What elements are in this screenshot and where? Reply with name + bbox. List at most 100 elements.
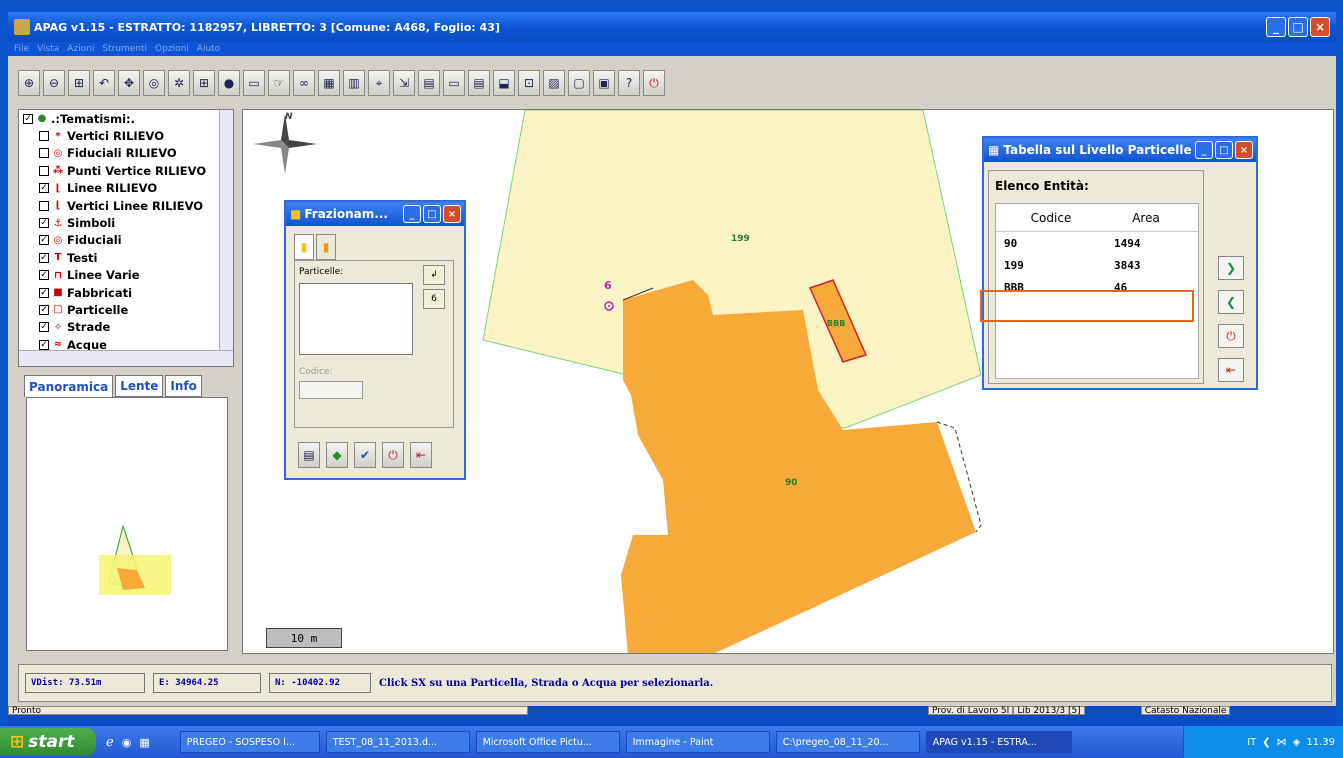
- menu-strumenti[interactable]: Strumenti: [102, 44, 147, 54]
- print-icon[interactable]: ▣: [593, 70, 615, 96]
- import-icon[interactable]: ⬓: [493, 70, 515, 96]
- frazionamento-titlebar[interactable]: ■ Frazionam... _ □ ×: [286, 202, 464, 226]
- snap-icon[interactable]: ⌖: [368, 70, 390, 96]
- network-icon[interactable]: ⋈: [1277, 737, 1287, 748]
- zoom-prev-icon[interactable]: ↶: [93, 70, 115, 96]
- globe-icon[interactable]: ●: [218, 70, 240, 96]
- back-icon[interactable]: ❮: [1262, 737, 1270, 748]
- tree-vscroll[interactable]: [219, 110, 233, 350]
- task-pregeo[interactable]: PREGEO - SOSPESO I...: [179, 731, 320, 753]
- tree-item-checkbox[interactable]: [39, 165, 49, 176]
- tree-item-vertici-linee-rilievo[interactable]: ⌊ Vertici Linee RILIEVO: [19, 197, 233, 214]
- task-test-doc[interactable]: TEST_08_11_2013.d...: [325, 731, 470, 753]
- tree-item-strade[interactable]: ✓ ✧ Strade: [19, 319, 233, 336]
- parcel-199-label[interactable]: 199: [731, 234, 750, 244]
- frazionamento-diamond-button[interactable]: ◆: [326, 442, 348, 468]
- tree-item-punti-vertice-rilievo[interactable]: ⁂ Punti Vertice RILIEVO: [19, 162, 233, 179]
- tab-new-icon[interactable]: ▮: [294, 234, 314, 260]
- zoom-in-icon[interactable]: ⊕: [18, 70, 40, 96]
- power-icon[interactable]: ⏻: [1218, 324, 1244, 348]
- menu-azioni[interactable]: Azioni: [67, 44, 94, 54]
- parcel-90-label[interactable]: 90: [785, 478, 798, 488]
- tree-item-checkbox[interactable]: [39, 131, 49, 142]
- frazionamento-maximize-button[interactable]: □: [423, 205, 441, 223]
- language-indicator[interactable]: IT: [1247, 737, 1256, 748]
- edit-icon[interactable]: ▥: [343, 70, 365, 96]
- codice-select[interactable]: [299, 381, 363, 399]
- tree-item-checkbox[interactable]: ✓: [39, 218, 49, 229]
- exit-icon[interactable]: ⇤: [1218, 358, 1244, 382]
- menu-aiuto[interactable]: Aiuto: [197, 44, 220, 54]
- frazionamento-power-button[interactable]: ⏻: [382, 442, 404, 468]
- close-button[interactable]: ×: [1310, 17, 1330, 37]
- particella-6-button[interactable]: 6: [423, 289, 445, 309]
- clock[interactable]: 11.39: [1306, 737, 1335, 748]
- select-icon[interactable]: ☞: [268, 70, 290, 96]
- layer-icon[interactable]: ▭: [243, 70, 265, 96]
- tree-item-linee-varie[interactable]: ✓ ⊓ Linee Varie: [19, 267, 233, 284]
- quicklaunch-media-icon[interactable]: ◉: [122, 736, 132, 749]
- help-icon[interactable]: ?: [618, 70, 640, 96]
- copy-icon[interactable]: ▢: [568, 70, 590, 96]
- frazionamento-minimize-button[interactable]: _: [403, 205, 421, 223]
- tree-item-checkbox[interactable]: ✓: [39, 183, 49, 194]
- tree-item-checkbox[interactable]: ✓: [39, 322, 49, 333]
- table-row[interactable]: 90 1494: [996, 232, 1198, 254]
- tree-root-checkbox[interactable]: ✓: [23, 113, 33, 124]
- menu-vista[interactable]: Vista: [37, 44, 59, 54]
- tree-item-testi[interactable]: ✓ T Testi: [19, 249, 233, 266]
- task-office-picture[interactable]: Microsoft Office Pictu...: [475, 731, 620, 753]
- tab-lente[interactable]: Lente: [115, 375, 164, 397]
- parcel-bbb-label[interactable]: BBB: [827, 319, 845, 328]
- tree-item-checkbox[interactable]: [39, 148, 49, 159]
- shield-icon[interactable]: ◈: [1293, 737, 1301, 748]
- move-icon[interactable]: ⇲: [393, 70, 415, 96]
- title-bar[interactable]: APAG v1.15 - ESTRATTO: 1182957, LIBRETTO…: [8, 12, 1336, 42]
- tree-item-fiduciali[interactable]: ✓ ◎ Fiduciali: [19, 232, 233, 249]
- table-row[interactable]: 199 3843: [996, 254, 1198, 276]
- tab-panoramica[interactable]: Panoramica: [24, 375, 114, 397]
- frazionamento-exit-button[interactable]: ⇤: [410, 442, 432, 468]
- maximize-button[interactable]: □: [1288, 17, 1308, 37]
- measure-icon[interactable]: ◎: [143, 70, 165, 96]
- overview-panel[interactable]: [26, 397, 228, 651]
- tree-item-checkbox[interactable]: ✓: [39, 235, 49, 246]
- power-icon[interactable]: ⏻: [643, 70, 665, 96]
- tabella-close-button[interactable]: ×: [1235, 141, 1253, 159]
- pan-icon[interactable]: ✥: [118, 70, 140, 96]
- tab-open-icon[interactable]: ▮: [316, 234, 336, 260]
- frazionamento-new-button[interactable]: ▤: [298, 442, 320, 468]
- frazionamento-confirm-button[interactable]: ✔: [354, 442, 376, 468]
- col-codice[interactable]: Codice: [996, 211, 1106, 225]
- add-particella-button[interactable]: ↲: [423, 265, 445, 285]
- frazionamento-close-button[interactable]: ×: [443, 205, 461, 223]
- attach-icon[interactable]: ▤: [418, 70, 440, 96]
- tree-hscroll[interactable]: [19, 350, 233, 366]
- col-area[interactable]: Area: [1106, 211, 1186, 225]
- quicklaunch-ie-icon[interactable]: ℯ: [106, 735, 114, 750]
- tree-item-checkbox[interactable]: ✓: [39, 339, 49, 350]
- tree-item-checkbox[interactable]: ✓: [39, 252, 49, 263]
- tab-info[interactable]: Info: [165, 375, 202, 397]
- tree-root[interactable]: ✓ ● .:Tematismi:.: [19, 110, 233, 127]
- tree-item-linee-rilievo[interactable]: ✓ ⌊ Linee RILIEVO: [19, 180, 233, 197]
- tree-item-fiduciali-rilievo[interactable]: ◎ Fiduciali RILIEVO: [19, 145, 233, 162]
- task-apag[interactable]: APAG v1.15 - ESTRA...: [925, 731, 1072, 753]
- extent-icon[interactable]: ✲: [168, 70, 190, 96]
- task-paint[interactable]: Immagine - Paint: [625, 731, 770, 753]
- next-arrow-icon[interactable]: ❯: [1218, 256, 1244, 280]
- tree-item-fabbricati[interactable]: ✓ ■ Fabbricati: [19, 284, 233, 301]
- tree-item-checkbox[interactable]: ✓: [39, 270, 49, 281]
- tree-item-vertici-rilievo[interactable]: * Vertici RILIEVO: [19, 127, 233, 144]
- table-icon[interactable]: ▦: [318, 70, 340, 96]
- tree-item-particelle[interactable]: ✓ □ Particelle: [19, 301, 233, 318]
- export-icon[interactable]: ▤: [468, 70, 490, 96]
- menu-opzioni[interactable]: Opzioni: [155, 44, 189, 54]
- calc-icon[interactable]: ⊡: [518, 70, 540, 96]
- particelle-list[interactable]: [299, 283, 413, 355]
- tabella-titlebar[interactable]: ▦ Tabella sul Livello Particelle _ □ ×: [984, 138, 1256, 162]
- zoom-window-icon[interactable]: ⊞: [68, 70, 90, 96]
- grid-icon[interactable]: ⊞: [193, 70, 215, 96]
- tabella-minimize-button[interactable]: _: [1195, 141, 1213, 159]
- prev-arrow-icon[interactable]: ❮: [1218, 290, 1244, 314]
